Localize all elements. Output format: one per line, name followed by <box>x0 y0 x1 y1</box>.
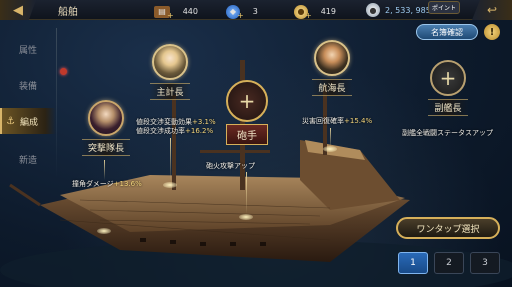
info-button[interactable]: ! <box>484 24 500 40</box>
name-list-button[interactable]: 名簿確認 <box>416 24 478 40</box>
pin-line <box>104 160 105 180</box>
one-tap-select-button[interactable]: ワンタップ選択 <box>396 217 500 239</box>
slot-label: 突撃隊長 <box>81 139 130 156</box>
purser-portrait <box>152 44 188 80</box>
captain-stat: 撞角ダメージ+13.6% <box>72 180 142 188</box>
resource-silver[interactable]: ● 2, 533, 985 <box>366 3 431 17</box>
purser-stat-2: 値段交渉成功率+16.2% <box>136 127 214 135</box>
resource-gold[interactable]: ● + 419 <box>294 3 336 20</box>
resource-value: 419 <box>320 7 336 16</box>
commander-stat: 副艦全戦闘ステータスアップ <box>402 129 493 137</box>
page-button-3[interactable]: 3 <box>470 252 500 274</box>
slot-label: 砲手 <box>226 124 268 145</box>
captain-portrait <box>88 100 124 136</box>
add-icon: + <box>237 11 244 20</box>
add-icon: + <box>305 11 312 20</box>
resource-potion[interactable]: ◆ + 3 <box>226 3 258 20</box>
sidebar-divider <box>56 28 57 178</box>
sidebar-item-attributes[interactable]: 属性 <box>0 36 56 62</box>
page-title: 船舶 <box>58 7 78 18</box>
sidebar-item-equipment[interactable]: 装備 <box>0 72 56 98</box>
anchor-icon: ⚓ <box>6 115 15 127</box>
back-button[interactable]: ◀ <box>0 0 36 20</box>
gunner-stat: 砲火攻撃アップ <box>206 162 255 170</box>
resource-value: 3 <box>252 7 258 16</box>
resource-chest[interactable]: ▤ + 440 <box>154 3 198 20</box>
slot-marker <box>323 146 337 152</box>
sidebar-item-label: 編成 <box>19 117 38 128</box>
corner-back-button[interactable]: ↩ <box>472 0 512 20</box>
notification-dot <box>60 68 67 75</box>
return-arrow-icon: ↩ <box>486 3 498 17</box>
sidebar-item-formation[interactable]: ⚓ 編成 <box>0 108 56 134</box>
resource-value: 440 <box>182 7 198 16</box>
sidebar-item-label: 属性 <box>18 45 37 56</box>
slot-purser[interactable]: 主計長 <box>140 44 200 100</box>
resource-value: 2, 533, 985 <box>385 5 431 15</box>
pin-line <box>170 138 171 182</box>
page-button-1[interactable]: 1 <box>398 252 428 274</box>
slot-marker <box>163 182 177 188</box>
slot-label: 航海長 <box>312 79 352 96</box>
sidebar-item-label: 新造 <box>18 155 37 166</box>
navigator-portrait <box>314 40 350 76</box>
pin-line <box>246 172 247 214</box>
slot-label: 主計長 <box>150 83 190 100</box>
slot-gunner[interactable]: + 砲手 <box>214 80 280 145</box>
navigator-stat: 災害回復確率+15.4% <box>302 117 373 125</box>
slot-navigator[interactable]: 航海長 <box>302 40 362 96</box>
point-badge: ポイント <box>427 1 460 14</box>
silver-coin-icon: ● <box>366 3 380 17</box>
slot-marker <box>97 228 111 234</box>
add-crew-icon: + <box>226 80 268 122</box>
add-crew-icon: + <box>430 60 466 96</box>
slot-marker <box>239 214 253 220</box>
add-icon: + <box>167 11 174 20</box>
slot-label: 副艦長 <box>428 99 468 116</box>
top-bar: ◀ 船舶 ▤ + 440 ◆ + 3 ● + 419 ● 2, 533, 985… <box>0 0 512 20</box>
slot-captain[interactable]: 突撃隊長 <box>76 100 136 156</box>
sidebar-item-label: 装備 <box>18 81 37 92</box>
game-stage: ◀ 船舶 ▤ + 440 ◆ + 3 ● + 419 ● 2, 533, 985… <box>0 0 512 287</box>
slot-commander[interactable]: + 副艦長 <box>418 60 478 116</box>
pin-line <box>330 128 331 148</box>
back-arrow-icon: ◀ <box>13 2 23 18</box>
page-button-2[interactable]: 2 <box>434 252 464 274</box>
sidebar-item-shipbuilding[interactable]: 新造 <box>0 146 56 172</box>
